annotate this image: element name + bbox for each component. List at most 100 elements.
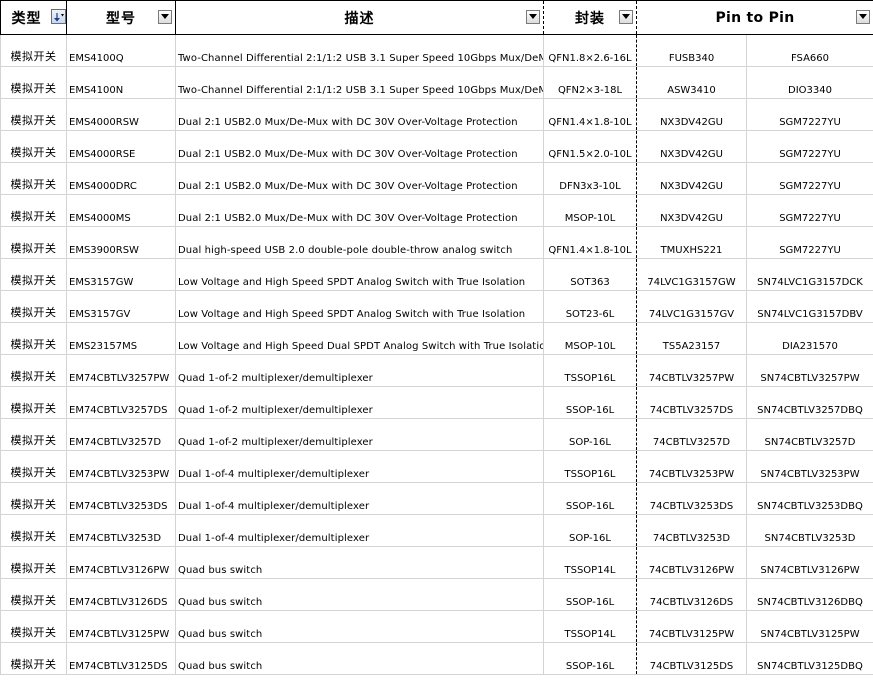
cell-model[interactable]: EM74CBTLV3126DS [66, 578, 176, 611]
cell-type[interactable]: 模拟开关 [0, 194, 67, 227]
filter-dropdown-package[interactable] [619, 10, 633, 24]
cell-model[interactable]: EM74CBTLV3257PW [66, 354, 176, 387]
cell-type[interactable]: 模拟开关 [0, 34, 67, 67]
cell-pin-to-pin-1[interactable]: 74CBTLV3253D [636, 514, 747, 547]
cell-package[interactable]: QFN1.4×1.8-10L [543, 226, 637, 259]
cell-package[interactable]: QFN1.8×2.6-16L [543, 34, 637, 67]
cell-description[interactable]: Quad 1-of-2 multiplexer/demultiplexer [175, 386, 544, 419]
cell-pin-to-pin-2[interactable]: DIO3340 [746, 66, 873, 99]
cell-model[interactable]: EM74CBTLV3125PW [66, 610, 176, 643]
cell-pin-to-pin-2[interactable]: SGM7227YU [746, 226, 873, 259]
cell-pin-to-pin-2[interactable]: SN74LVC1G3157DCK [746, 258, 873, 291]
cell-pin-to-pin-1[interactable]: 74CBTLV3257PW [636, 354, 747, 387]
cell-type[interactable]: 模拟开关 [0, 450, 67, 483]
cell-model[interactable]: EMS23157MS [66, 322, 176, 355]
cell-pin-to-pin-2[interactable]: DIA231570 [746, 322, 873, 355]
cell-model[interactable]: EM74CBTLV3257D [66, 418, 176, 451]
cell-pin-to-pin-1[interactable]: NX3DV42GU [636, 98, 747, 131]
cell-model[interactable]: EMS3900RSW [66, 226, 176, 259]
cell-package[interactable]: QFN1.4×1.8-10L [543, 98, 637, 131]
cell-type[interactable]: 模拟开关 [0, 386, 67, 419]
cell-model[interactable]: EM74CBTLV3126PW [66, 546, 176, 579]
cell-model[interactable]: EMS4000DRC [66, 162, 176, 195]
cell-pin-to-pin-2[interactable]: SN74CBTLV3125DBQ [746, 642, 873, 675]
cell-model[interactable]: EM74CBTLV3253PW [66, 450, 176, 483]
cell-pin-to-pin-2[interactable]: SN74CBTLV3257DBQ [746, 386, 873, 419]
cell-description[interactable]: Dual 1-of-4 multiplexer/demultiplexer [175, 514, 544, 547]
cell-pin-to-pin-1[interactable]: 74LVC1G3157GV [636, 290, 747, 323]
cell-description[interactable]: Two-Channel Differential 2:1/1:2 USB 3.1… [175, 66, 544, 99]
filter-dropdown-pin-to-pin[interactable] [856, 10, 870, 24]
cell-pin-to-pin-1[interactable]: 74LVC1G3157GW [636, 258, 747, 291]
cell-type[interactable]: 模拟开关 [0, 162, 67, 195]
cell-description[interactable]: Low Voltage and High Speed SPDT Analog S… [175, 258, 544, 291]
cell-type[interactable]: 模拟开关 [0, 354, 67, 387]
cell-model[interactable]: EMS3157GV [66, 290, 176, 323]
cell-description[interactable]: Quad bus switch [175, 578, 544, 611]
cell-model[interactable]: EMS4100N [66, 66, 176, 99]
cell-package[interactable]: MSOP-10L [543, 322, 637, 355]
cell-model[interactable]: EMS4000RSE [66, 130, 176, 163]
cell-pin-to-pin-1[interactable]: 74CBTLV3253PW [636, 450, 747, 483]
cell-pin-to-pin-1[interactable]: TS5A23157 [636, 322, 747, 355]
cell-description[interactable]: Quad bus switch [175, 642, 544, 675]
cell-pin-to-pin-2[interactable]: SN74LVC1G3157DBV [746, 290, 873, 323]
cell-package[interactable]: SOP-16L [543, 418, 637, 451]
cell-description[interactable]: Quad bus switch [175, 546, 544, 579]
cell-description[interactable]: Low Voltage and High Speed SPDT Analog S… [175, 290, 544, 323]
cell-pin-to-pin-2[interactable]: SN74CBTLV3126PW [746, 546, 873, 579]
cell-pin-to-pin-2[interactable]: SN74CBTLV3126DBQ [746, 578, 873, 611]
cell-package[interactable]: TSSOP14L [543, 546, 637, 579]
cell-type[interactable]: 模拟开关 [0, 226, 67, 259]
cell-pin-to-pin-1[interactable]: 74CBTLV3126DS [636, 578, 747, 611]
cell-type[interactable]: 模拟开关 [0, 610, 67, 643]
cell-package[interactable]: SOT23-6L [543, 290, 637, 323]
cell-model[interactable]: EM74CBTLV3253DS [66, 482, 176, 515]
cell-type[interactable]: 模拟开关 [0, 290, 67, 323]
cell-model[interactable]: EMS4000MS [66, 194, 176, 227]
filter-sort-dropdown-type[interactable] [51, 9, 66, 24]
cell-model[interactable]: EM74CBTLV3257DS [66, 386, 176, 419]
cell-pin-to-pin-1[interactable]: ASW3410 [636, 66, 747, 99]
cell-type[interactable]: 模拟开关 [0, 578, 67, 611]
cell-description[interactable]: Low Voltage and High Speed Dual SPDT Ana… [175, 322, 544, 355]
cell-package[interactable]: MSOP-10L [543, 194, 637, 227]
cell-pin-to-pin-2[interactable]: SN74CBTLV3125PW [746, 610, 873, 643]
cell-type[interactable]: 模拟开关 [0, 98, 67, 131]
cell-type[interactable]: 模拟开关 [0, 546, 67, 579]
cell-pin-to-pin-2[interactable]: FSA660 [746, 34, 873, 67]
cell-description[interactable]: Two-Channel Differential 2:1/1:2 USB 3.1… [175, 34, 544, 67]
cell-description[interactable]: Dual 2:1 USB2.0 Mux/De-Mux with DC 30V O… [175, 162, 544, 195]
cell-model[interactable]: EMS4100Q [66, 34, 176, 67]
filter-dropdown-description[interactable] [526, 10, 540, 24]
cell-package[interactable]: SSOP-16L [543, 386, 637, 419]
cell-package[interactable]: SSOP-16L [543, 578, 637, 611]
cell-description[interactable]: Quad 1-of-2 multiplexer/demultiplexer [175, 354, 544, 387]
cell-description[interactable]: Dual 1-of-4 multiplexer/demultiplexer [175, 482, 544, 515]
cell-package[interactable]: SSOP-16L [543, 482, 637, 515]
cell-pin-to-pin-2[interactable]: SN74CBTLV3253PW [746, 450, 873, 483]
cell-description[interactable]: Dual 2:1 USB2.0 Mux/De-Mux with DC 30V O… [175, 194, 544, 227]
cell-description[interactable]: Dual 2:1 USB2.0 Mux/De-Mux with DC 30V O… [175, 130, 544, 163]
cell-type[interactable]: 模拟开关 [0, 418, 67, 451]
cell-pin-to-pin-2[interactable]: SGM7227YU [746, 130, 873, 163]
cell-description[interactable]: Dual high-speed USB 2.0 double-pole doub… [175, 226, 544, 259]
cell-package[interactable]: SSOP-16L [543, 642, 637, 675]
cell-pin-to-pin-1[interactable]: 74CBTLV3253DS [636, 482, 747, 515]
cell-type[interactable]: 模拟开关 [0, 322, 67, 355]
cell-type[interactable]: 模拟开关 [0, 514, 67, 547]
cell-package[interactable]: DFN3x3-10L [543, 162, 637, 195]
cell-pin-to-pin-1[interactable]: NX3DV42GU [636, 162, 747, 195]
cell-pin-to-pin-1[interactable]: NX3DV42GU [636, 130, 747, 163]
cell-pin-to-pin-1[interactable]: NX3DV42GU [636, 194, 747, 227]
cell-pin-to-pin-1[interactable]: 74CBTLV3257DS [636, 386, 747, 419]
cell-description[interactable]: Quad 1-of-2 multiplexer/demultiplexer [175, 418, 544, 451]
cell-package[interactable]: QFN2×3-18L [543, 66, 637, 99]
cell-type[interactable]: 模拟开关 [0, 66, 67, 99]
cell-type[interactable]: 模拟开关 [0, 258, 67, 291]
filter-dropdown-model[interactable] [158, 10, 172, 24]
cell-pin-to-pin-2[interactable]: SGM7227YU [746, 162, 873, 195]
cell-type[interactable]: 模拟开关 [0, 130, 67, 163]
cell-model[interactable]: EM74CBTLV3125DS [66, 642, 176, 675]
cell-package[interactable]: TSSOP16L [543, 450, 637, 483]
